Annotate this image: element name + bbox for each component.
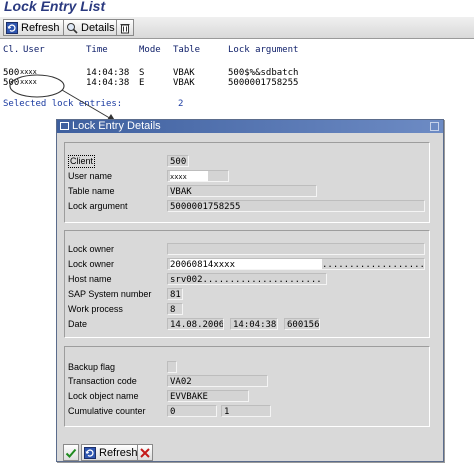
- dialog-footer: Refresh: [57, 442, 443, 461]
- transaction-code-label: Transaction code: [68, 376, 137, 386]
- backup-flag-checkbox: [167, 361, 177, 373]
- time-field: 14:04:38: [230, 318, 278, 330]
- date-label: Date: [68, 319, 88, 329]
- lock-object-name-label: Lock object name: [68, 391, 139, 401]
- work-process-label: Work process: [68, 304, 123, 314]
- checkmark-icon: [65, 447, 77, 459]
- window-icon: [60, 122, 69, 130]
- cumulative-counter-field: 0: [167, 405, 217, 417]
- table-name-field: VBAK: [167, 185, 317, 197]
- date-field: 14.08.2006: [167, 318, 224, 330]
- lock-owner-field: [167, 243, 425, 255]
- cumulative-counter-label: Cumulative counter: [68, 406, 146, 416]
- lock-owner-field: 20060814xxxx...................: [167, 258, 425, 270]
- dialog-title: Lock Entry Details: [72, 120, 161, 132]
- lock-owner-group: Lock owner Lock owner 20060814xxxx......…: [64, 230, 430, 338]
- host-name-label: Host name: [68, 274, 112, 284]
- refresh-button-label: Refresh: [99, 446, 138, 459]
- host-name-field: srv002......................: [167, 273, 327, 285]
- cumulative-counter-field: 1: [221, 405, 271, 417]
- lock-argument-field: 5000001758255: [167, 200, 425, 212]
- transaction-code-field: VA02: [167, 375, 268, 387]
- client-field: 500: [167, 155, 189, 167]
- confirm-button[interactable]: [63, 444, 79, 461]
- lock-entry-details-dialog: Lock Entry Details Client 500 User name …: [56, 119, 444, 462]
- backup-flag-label: Backup flag: [68, 362, 116, 372]
- sap-system-number-field: 81: [167, 288, 183, 300]
- refresh-icon: [84, 446, 96, 459]
- client-label: Client: [68, 155, 96, 168]
- lock-argument-label: Lock argument: [68, 201, 128, 211]
- sap-system-number-label: SAP System number: [68, 289, 152, 299]
- lock-owner-label: Lock owner: [68, 244, 115, 254]
- lock-attributes-group: Backup flag Transaction code VA02 Lock o…: [64, 346, 430, 427]
- lock-entry-group: Client 500 User name xxxx Table name VBA…: [64, 142, 430, 223]
- close-icon: [139, 447, 151, 459]
- dialog-title-bar: Lock Entry Details: [57, 120, 443, 133]
- user-name-field: xxxx: [167, 170, 229, 182]
- close-icon[interactable]: [430, 122, 439, 131]
- table-name-label: Table name: [68, 186, 115, 196]
- lock-owner-label: Lock owner: [68, 259, 115, 269]
- work-process-field: 8: [167, 303, 183, 315]
- user-name-label: User name: [68, 171, 113, 181]
- microseconds-field: 600156: [284, 318, 320, 330]
- refresh-button[interactable]: Refresh: [81, 444, 142, 461]
- lock-object-name-field: EVVBAKE: [167, 390, 249, 402]
- cancel-button[interactable]: [137, 444, 153, 461]
